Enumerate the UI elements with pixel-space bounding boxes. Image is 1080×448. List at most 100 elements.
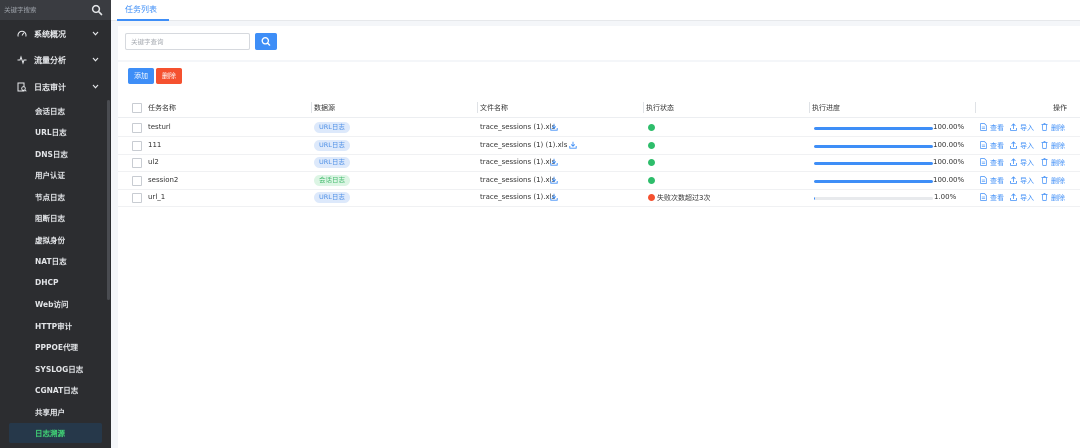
table-row[interactable]: url_1 URL日志 trace_sessions (1).xls 失败次数超过3次… [118,189,1080,207]
column-divider [311,102,312,113]
sidebar-group-label: 系统概况 [34,30,66,39]
document-icon [980,123,987,131]
task-name-cell: session2 [148,176,179,184]
progress-fill [814,180,933,183]
trash-icon [1041,123,1048,131]
status-dot [648,194,655,201]
sidebar-item-user-auth[interactable]: 用户认证 [9,165,102,185]
progress-bar [814,145,933,148]
data-source-badge: 会话日志 [314,175,350,186]
sidebar-item-web-access[interactable]: Web访问 [9,294,102,314]
sidebar-item-virtual-identity[interactable]: 虚拟身份 [9,230,102,250]
search-icon[interactable] [91,4,103,16]
sidebar-item-label: HTTP审计 [35,322,73,331]
sidebar-item-log-trace[interactable]: 日志溯源 [9,423,102,443]
header-file-name: 文件名称 [480,104,508,112]
sidebar-item-session-log[interactable]: 会话日志 [9,101,102,121]
sidebar-item-label: CGNAT日志 [35,386,79,395]
upload-icon [1010,176,1017,184]
trash-icon [1041,176,1048,184]
keyword-search-input[interactable] [125,33,250,50]
upload-icon [1010,193,1017,201]
file-name-cell: trace_sessions (1).xls [480,193,556,201]
sidebar-item-dhcp[interactable]: DHCP [9,273,102,293]
sidebar-item-nat-log[interactable]: NAT日志 [9,251,102,271]
sidebar-item-label: 日志溯源 [35,429,65,438]
sidebar-item-label: 节点日志 [35,193,65,202]
task-name-cell: testurl [148,123,171,131]
sidebar-item-label: NAT日志 [35,257,67,266]
sidebar-item-cgnat-log[interactable]: CGNAT日志 [9,380,102,400]
sidebar-search [0,0,111,20]
header-exec-progress: 执行进度 [812,104,840,112]
sidebar-item-label: 阻断日志 [35,214,65,223]
view-label: 查看 [990,124,1004,132]
table-row[interactable]: 111 URL日志 trace_sessions (1) (1).xls 100.00… [118,137,1080,155]
column-divider [975,102,976,113]
task-table-panel: 添加 删除 任务名称 数据源 文件名称 执行状态 执行进度 操作 testurl… [118,62,1080,448]
delete-label: 删除 [1051,142,1065,150]
sidebar-item-http-audit[interactable]: HTTP审计 [9,316,102,336]
task-name-cell: url_1 [148,193,166,201]
sidebar-item-pppoe-proxy[interactable]: PPPOE代理 [9,337,102,357]
row-checkbox[interactable] [132,176,142,186]
data-source-badge: URL日志 [314,192,350,203]
upload-icon [1010,141,1017,149]
progress-fill [814,127,933,130]
search-button[interactable] [255,33,277,50]
sidebar-item-label: DHCP [35,278,59,287]
download-icon[interactable] [550,158,558,166]
sidebar-item-label: Web访问 [35,300,69,309]
sidebar-item-syslog[interactable]: SYSLOG日志 [9,359,102,379]
sidebar-item-url-log[interactable]: URL日志 [9,122,102,142]
import-label: 导入 [1020,194,1034,202]
table-row[interactable]: testurl URL日志 trace_sessions (1).xls 100.00… [118,119,1080,137]
status-text: 失败次数超过3次 [657,194,711,202]
status-dot [648,159,655,166]
download-icon[interactable] [569,141,577,149]
row-checkbox[interactable] [132,193,142,203]
task-name-cell: 111 [148,141,162,149]
delete-label: 删除 [1051,194,1065,202]
sidebar-item-shared-user[interactable]: 共享用户 [9,402,102,422]
progress-value: 100.00% [933,158,965,166]
sidebar-group-log-audit[interactable]: 日志审计 [0,74,111,100]
download-icon[interactable] [550,176,558,184]
progress-fill [814,197,816,200]
delete-button[interactable]: 删除 [156,68,182,84]
sidebar-item-block-log[interactable]: 阻断日志 [9,208,102,228]
progress-value: 1.00% [934,193,957,201]
sidebar-item-label: PPPOE代理 [35,343,78,352]
tab-task-list[interactable]: 任务列表 [125,4,157,15]
header-task-name: 任务名称 [148,104,176,112]
download-icon[interactable] [550,193,558,201]
trash-icon [1041,158,1048,166]
select-all-checkbox[interactable] [132,103,142,113]
sidebar-group-overview[interactable]: 系统概况 [0,21,111,47]
trash-icon [1041,141,1048,149]
sidebar-group-traffic[interactable]: 流量分析 [0,47,111,73]
file-name-cell: trace_sessions (1).xls [480,123,556,131]
sidebar-item-label: URL日志 [35,128,67,137]
add-button[interactable]: 添加 [128,68,154,84]
status-dot [648,124,655,131]
sidebar-item-node-log[interactable]: 节点日志 [9,187,102,207]
header-exec-status: 执行状态 [646,104,674,112]
row-checkbox[interactable] [132,123,142,133]
active-tab-indicator [117,19,169,21]
sidebar-group-label: 日志审计 [34,83,66,92]
progress-value: 100.00% [933,141,965,149]
sidebar-search-input[interactable] [4,3,84,17]
row-checkbox[interactable] [132,141,142,151]
data-source-badge: URL日志 [314,157,350,168]
tab-bar: 任务列表 [111,0,1080,21]
sidebar-scrollbar[interactable] [107,100,110,300]
table-row[interactable]: ul2 URL日志 trace_sessions (1).xls 100.00% 查看 导… [118,154,1080,172]
file-name-cell: trace_sessions (1) (1).xls [480,141,568,149]
sidebar-item-dns-log[interactable]: DNS日志 [9,144,102,164]
download-icon[interactable] [550,123,558,131]
view-label: 查看 [990,159,1004,167]
row-checkbox[interactable] [132,158,142,168]
chevron-down-icon [92,84,99,89]
table-row[interactable]: session2 会话日志 trace_sessions (1).xls 100.00… [118,172,1080,190]
